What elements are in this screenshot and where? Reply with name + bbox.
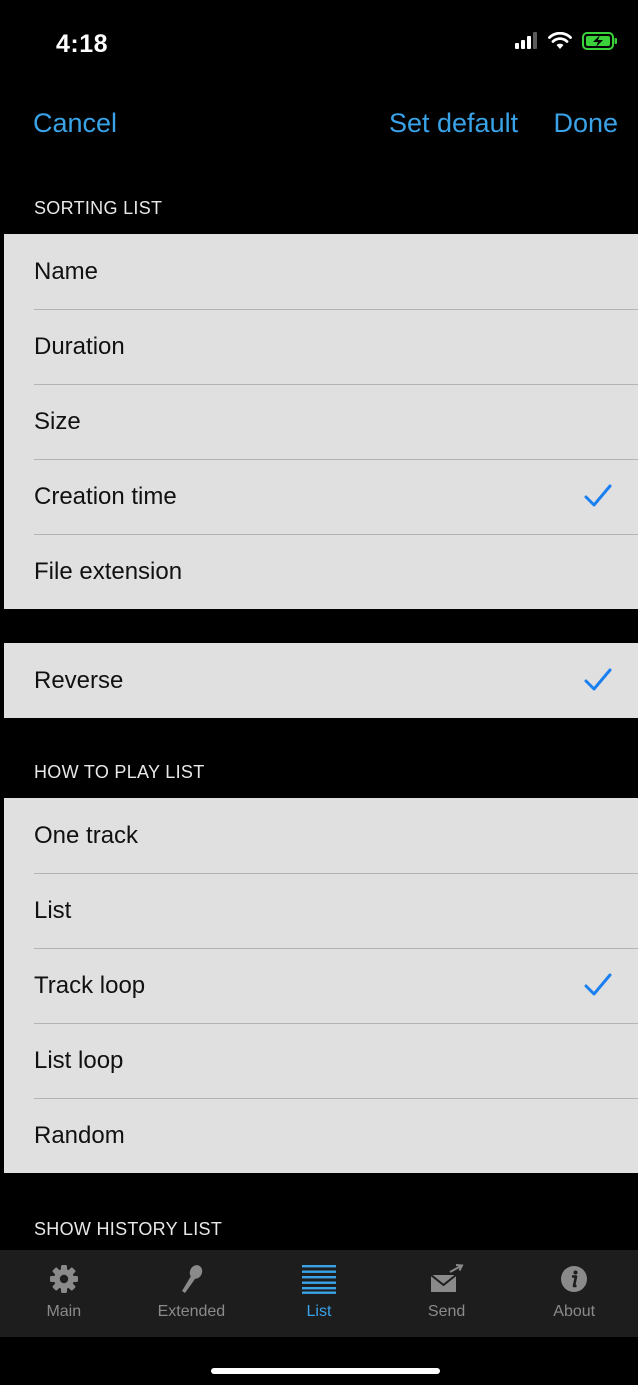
wifi-icon [548, 32, 572, 49]
option-label: File extension [34, 557, 183, 585]
battery-charging-icon [582, 32, 617, 50]
tab-label: List [306, 1303, 332, 1320]
play-option-list[interactable]: List [4, 873, 638, 948]
checkmark-icon [584, 484, 612, 507]
list-icon [301, 1265, 336, 1294]
gear-icon [49, 1265, 78, 1293]
tab-extended[interactable]: Extended [128, 1250, 256, 1337]
play-options-group: One track List Track loop List loop Rand… [4, 798, 638, 1173]
tab-send[interactable]: Send [383, 1250, 511, 1337]
option-label: Random [34, 1121, 125, 1149]
tab-bar: Main Extended List Send About [0, 1250, 638, 1337]
tab-label: About [553, 1303, 596, 1320]
cellular-signal-icon [515, 32, 537, 49]
checkmark-icon [584, 668, 612, 691]
settings-screen: 4:18 Cancel Set default Done SORTING LIS… [0, 0, 638, 1385]
navigation-bar: Cancel Set default Done [0, 86, 638, 166]
option-label: Creation time [34, 482, 177, 510]
reverse-option[interactable]: Reverse [4, 643, 638, 718]
reverse-group: Reverse [4, 643, 638, 718]
tab-label: Send [427, 1303, 466, 1320]
option-label: List [34, 896, 72, 924]
tab-main[interactable]: Main [0, 1250, 128, 1337]
sorting-section-header: SORTING LIST [34, 198, 163, 218]
sorting-options-group: Name Duration Size Creation time File ex… [4, 234, 638, 609]
option-label: Reverse [34, 666, 124, 694]
option-label: Size [34, 407, 81, 435]
tab-label: Extended [157, 1303, 226, 1320]
sort-option-size[interactable]: Size [4, 384, 638, 459]
tab-list[interactable]: List [255, 1250, 383, 1337]
cancel-button[interactable]: Cancel [33, 108, 117, 139]
checkmark-icon [584, 973, 612, 996]
info-icon [561, 1266, 588, 1292]
play-option-one-track[interactable]: One track [4, 798, 638, 873]
tab-about[interactable]: About [510, 1250, 638, 1337]
home-indicator[interactable] [211, 1368, 440, 1374]
option-label: Track loop [34, 971, 146, 999]
option-label: List loop [34, 1046, 124, 1074]
history-section-header: SHOW HISTORY LIST [34, 1219, 223, 1239]
set-default-button[interactable]: Set default [389, 108, 518, 139]
play-option-list-loop[interactable]: List loop [4, 1023, 638, 1098]
sort-option-creation-time[interactable]: Creation time [4, 459, 638, 534]
play-option-random[interactable]: Random [4, 1098, 638, 1173]
status-icons [514, 32, 618, 50]
option-label: Duration [34, 332, 125, 360]
option-label: One track [34, 821, 139, 849]
play-section-header: HOW TO PLAY LIST [34, 762, 205, 782]
status-bar: 4:18 [0, 0, 638, 86]
send-mail-icon [429, 1264, 464, 1292]
status-time: 4:18 [56, 30, 109, 58]
sort-option-duration[interactable]: Duration [4, 309, 638, 384]
play-option-track-loop[interactable]: Track loop [4, 948, 638, 1023]
sort-option-file-extension[interactable]: File extension [4, 534, 638, 609]
sort-option-name[interactable]: Name [4, 234, 638, 309]
tab-label: Main [46, 1303, 82, 1320]
microphone-icon [182, 1265, 203, 1293]
option-label: Name [34, 257, 99, 285]
done-button[interactable]: Done [553, 108, 618, 139]
